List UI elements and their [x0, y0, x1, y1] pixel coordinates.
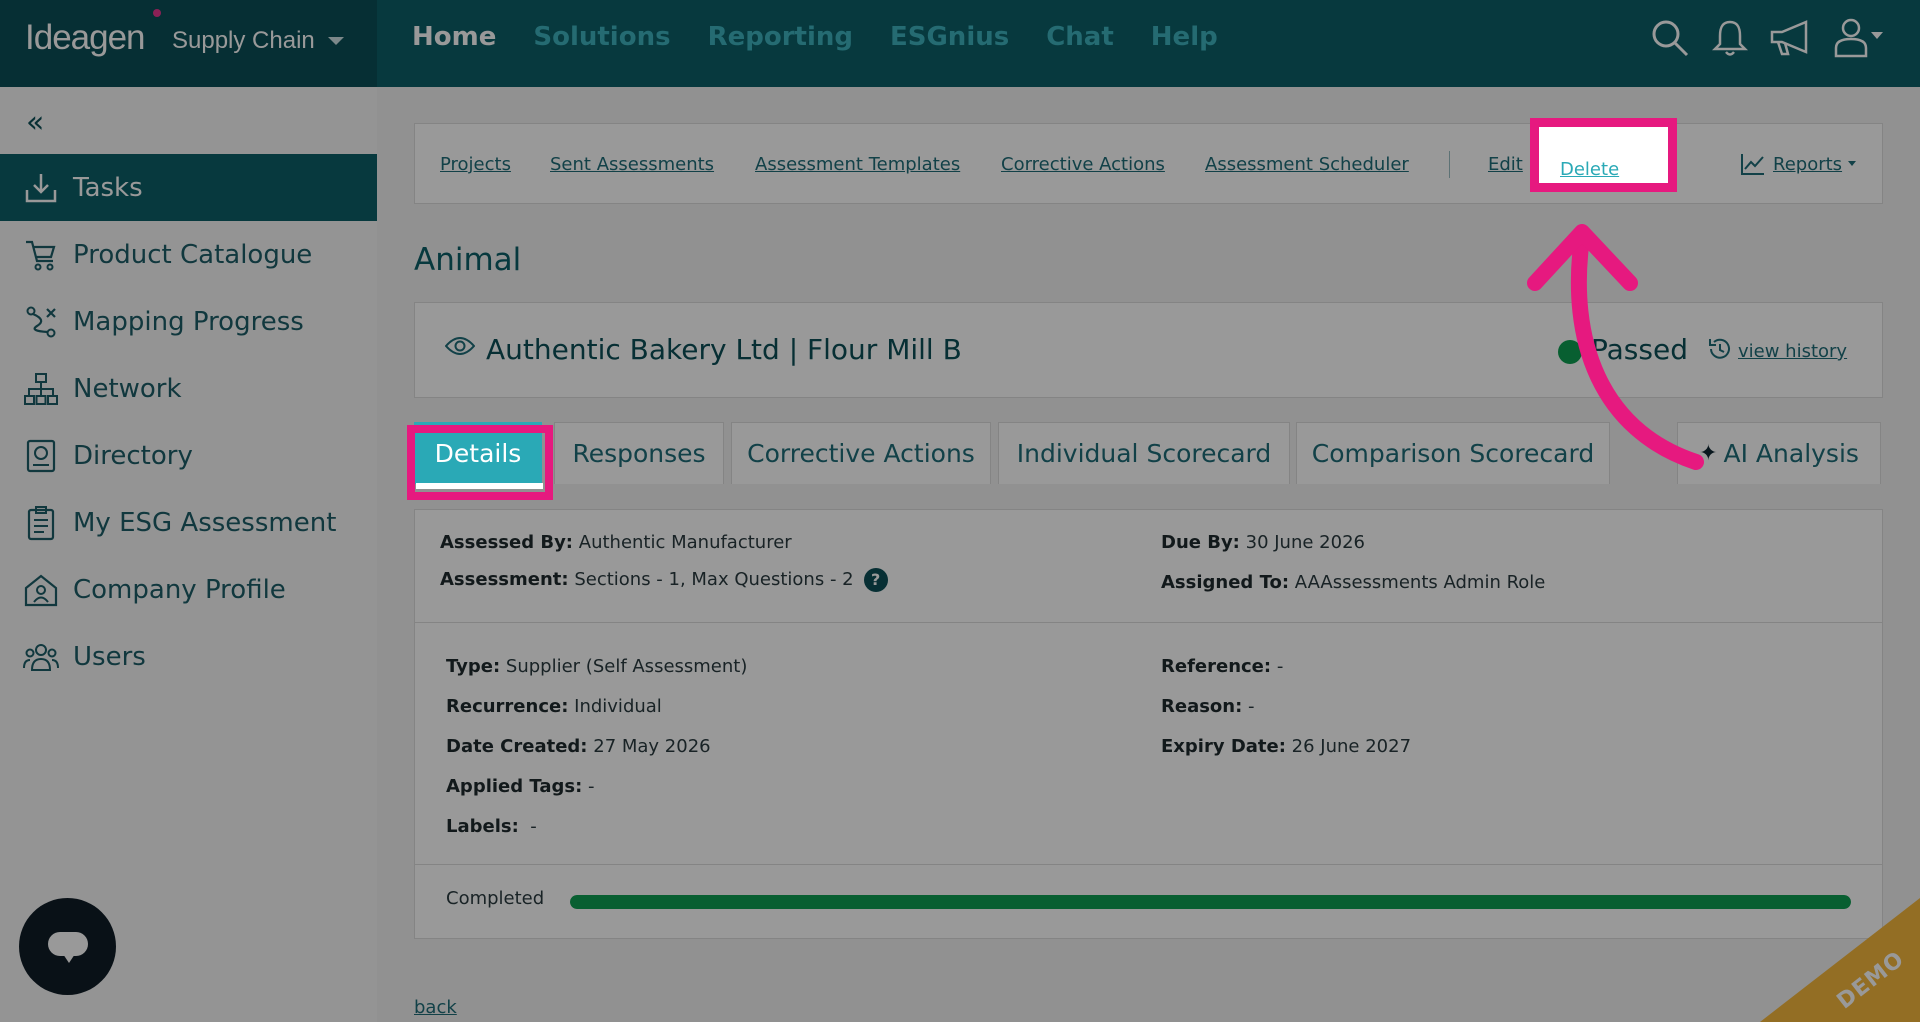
page-title: Animal: [414, 242, 522, 278]
sidebar: « Tasks Product Catalogue Mapping Progre…: [0, 87, 377, 1022]
edit-link[interactable]: Edit: [1488, 154, 1523, 175]
details-panel: Assessed By: Authentic Manufacturer Due …: [414, 509, 1883, 939]
sidebar-item-label: Company Profile: [73, 574, 286, 605]
top-bar: Ideagen Supply Chain Home Solutions Repo…: [0, 0, 1920, 87]
date-created: Date Created: 27 May 2026: [446, 736, 711, 757]
sidebar-item-label: Product Catalogue: [73, 239, 313, 270]
link-sent-assessments[interactable]: Sent Assessments: [550, 154, 714, 175]
demo-ribbon: DEMO: [1760, 898, 1920, 1022]
completion-progress-bar: [570, 895, 1851, 909]
tab-individual-scorecard[interactable]: Individual Scorecard: [998, 422, 1290, 484]
tab-responses[interactable]: Responses: [554, 422, 724, 484]
bell-icon[interactable]: [1712, 18, 1748, 58]
status-indicator: [1558, 340, 1582, 364]
users-icon: [23, 643, 59, 671]
search-icon[interactable]: [1650, 18, 1690, 58]
cart-icon: [26, 240, 56, 270]
view-history-link[interactable]: view history: [1738, 341, 1847, 362]
divider: [415, 864, 1882, 865]
brand-logo: Ideagen: [25, 18, 146, 57]
labels: Labels: -: [446, 816, 537, 837]
clipboard-icon: [27, 505, 55, 540]
sidebar-item-label: Tasks: [73, 172, 143, 203]
sidebar-item-product-catalogue[interactable]: Product Catalogue: [0, 221, 377, 288]
completion-progress-fill: [570, 895, 1851, 909]
network-icon: [24, 372, 58, 405]
chat-bubble-icon: [48, 932, 88, 956]
type: Type: Supplier (Self Assessment): [446, 656, 748, 677]
reason: Reason: -: [1161, 696, 1255, 717]
sidebar-item-users[interactable]: Users: [0, 623, 377, 690]
completed-label: Completed: [446, 888, 545, 909]
sidebar-item-directory[interactable]: Directory: [0, 422, 377, 489]
brand-product: Supply Chain: [172, 27, 315, 54]
expiry-date: Expiry Date: 26 June 2027: [1161, 736, 1412, 757]
nav-home[interactable]: Home: [412, 22, 496, 52]
nav-solutions[interactable]: Solutions: [533, 22, 670, 52]
sidebar-item-my-esg-assessment[interactable]: My ESG Assessment: [0, 489, 377, 556]
status-badge: Passed: [1591, 333, 1688, 366]
company-icon: [24, 574, 58, 606]
divider: [415, 622, 1882, 623]
delete-highlight: Delete: [1530, 118, 1677, 192]
assessment-subject: Authentic Bakery Ltd | Flour Mill B: [486, 333, 962, 366]
assessed-by: Assessed By: Authentic Manufacturer: [440, 532, 792, 553]
nav-chat[interactable]: Chat: [1046, 22, 1114, 52]
details-tab-highlight: [407, 425, 553, 500]
back-link[interactable]: back: [414, 997, 457, 1018]
brand-logo-mark: [153, 9, 161, 17]
sidebar-item-label: Mapping Progress: [73, 306, 304, 337]
sidebar-item-label: Network: [73, 373, 182, 404]
reports-dropdown[interactable]: Reports: [1773, 154, 1842, 175]
sidebar-item-tasks[interactable]: Tasks: [0, 154, 377, 221]
recurrence: Recurrence: Individual: [446, 696, 662, 717]
user-icon[interactable]: [1834, 18, 1884, 58]
assessment-info: Assessment: Sections - 1, Max Questions …: [440, 568, 888, 592]
sparkle-icon: ✦: [1699, 441, 1718, 466]
link-projects[interactable]: Projects: [440, 154, 511, 175]
delete-link[interactable]: Delete: [1560, 159, 1619, 180]
sidebar-item-label: My ESG Assessment: [73, 507, 337, 538]
tab-ai-analysis[interactable]: ✦ AI Analysis: [1677, 422, 1881, 484]
assessment-summary: Authentic Bakery Ltd | Flour Mill B Pass…: [414, 302, 1883, 398]
link-assessment-templates[interactable]: Assessment Templates: [755, 154, 960, 175]
nav-help[interactable]: Help: [1151, 22, 1218, 52]
collapse-sidebar-icon[interactable]: «: [26, 105, 44, 140]
tab-comparison-scorecard[interactable]: Comparison Scorecard: [1296, 422, 1610, 484]
nav-esgnius[interactable]: ESGnius: [890, 22, 1009, 52]
sidebar-item-company-profile[interactable]: Company Profile: [0, 556, 377, 623]
history-icon: [1709, 338, 1730, 359]
brand[interactable]: Ideagen Supply Chain: [0, 0, 377, 87]
chart-line-icon: [1741, 154, 1764, 175]
assigned-to: Assigned To: AAAssessments Admin Role: [1161, 572, 1546, 593]
link-corrective-actions[interactable]: Corrective Actions: [1001, 154, 1165, 175]
sidebar-item-label: Users: [73, 641, 146, 672]
download-tray-icon: [25, 173, 57, 202]
divider: [1449, 151, 1450, 178]
reference: Reference: -: [1161, 656, 1284, 677]
nav-reporting[interactable]: Reporting: [708, 22, 853, 52]
help-icon[interactable]: ?: [863, 568, 888, 592]
chevron-down-icon[interactable]: [328, 37, 344, 45]
applied-tags: Applied Tags: -: [446, 776, 595, 797]
chat-launcher-button[interactable]: [19, 898, 116, 995]
tab-corrective-actions[interactable]: Corrective Actions: [731, 422, 991, 484]
directory-icon: [26, 439, 56, 472]
due-by: Due By: 30 June 2026: [1161, 532, 1365, 553]
eye-icon[interactable]: [445, 335, 475, 357]
sidebar-item-mapping-progress[interactable]: Mapping Progress: [0, 288, 377, 355]
link-assessment-scheduler[interactable]: Assessment Scheduler: [1205, 154, 1409, 175]
chevron-down-icon[interactable]: [1848, 161, 1856, 166]
sidebar-item-label: Directory: [73, 440, 193, 471]
sidebar-item-network[interactable]: Network: [0, 355, 377, 422]
route-icon: [26, 306, 56, 337]
megaphone-icon[interactable]: [1768, 18, 1814, 58]
main-nav: Home Solutions Reporting ESGnius Chat He…: [412, 22, 1255, 52]
